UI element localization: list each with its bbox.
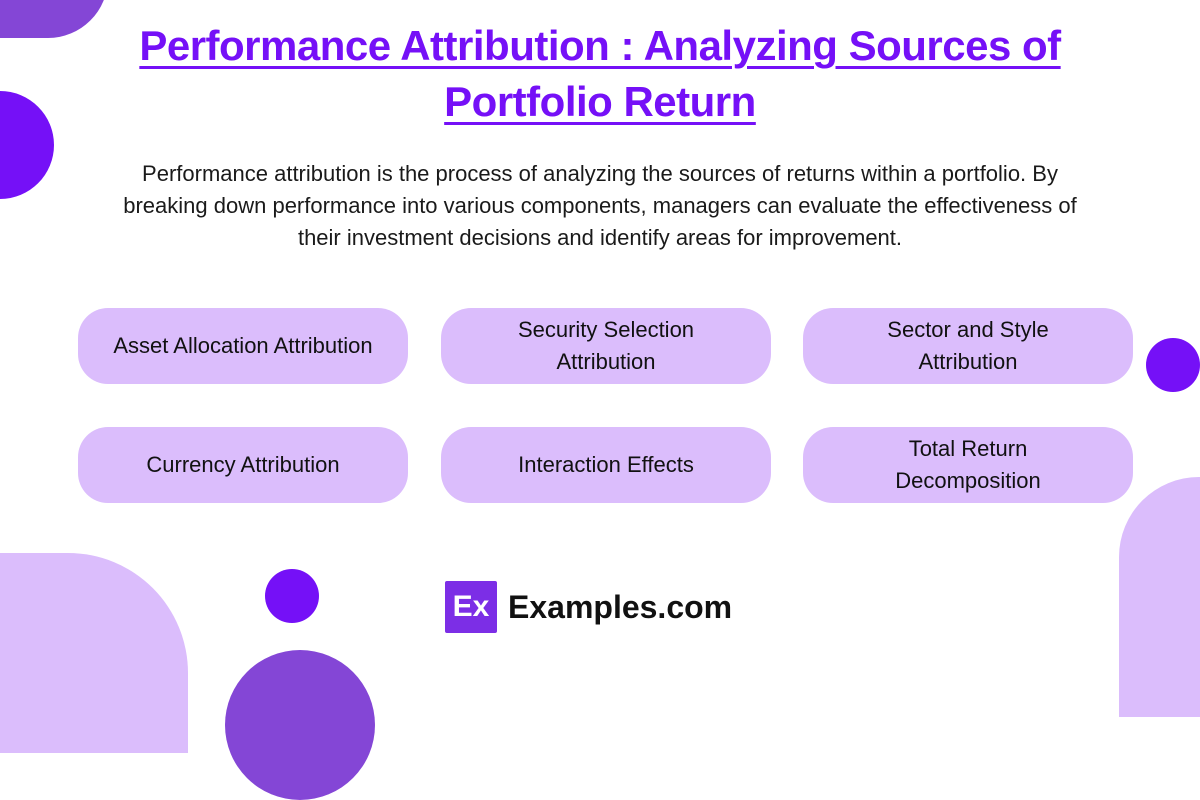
decorative-arc-bottom: [225, 650, 375, 800]
card-interaction-effects: Interaction Effects: [441, 427, 771, 503]
logo-text: Examples.com: [508, 588, 733, 625]
decorative-shape-bottom-left: [0, 553, 188, 753]
decorative-circle-right: [1146, 338, 1200, 392]
decorative-shape-top-left: [0, 0, 108, 38]
description: Performance attribution is the process o…: [123, 161, 1077, 250]
card-asset-allocation: Asset Allocation Attribution: [78, 308, 408, 384]
decorative-circle-small: [265, 569, 319, 623]
examples-logo: Ex Examples.com: [445, 581, 732, 633]
decorative-circle-left: [0, 91, 54, 199]
logo-mark-icon: Ex: [445, 581, 497, 633]
page-title: Performance Attribution : Analyzing Sour…: [139, 22, 1061, 125]
card-security-selection: Security Selection Attribution: [441, 308, 771, 384]
decorative-shape-bottom-right: [1119, 477, 1200, 717]
card-currency: Currency Attribution: [78, 427, 408, 503]
card-total-return: Total Return Decomposition: [803, 427, 1133, 503]
card-sector-style: Sector and Style Attribution: [803, 308, 1133, 384]
